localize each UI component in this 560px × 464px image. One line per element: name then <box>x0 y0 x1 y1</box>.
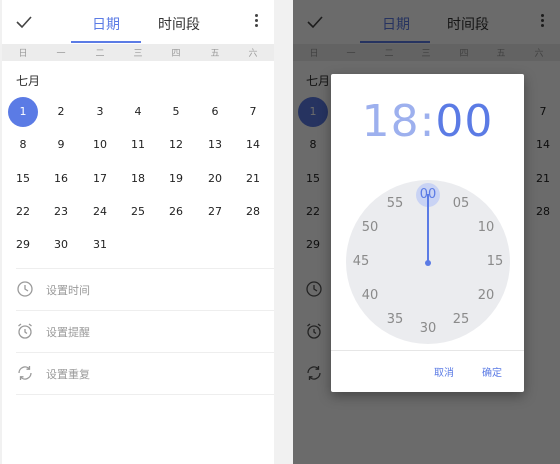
dial-minute-label[interactable]: 10 <box>473 220 499 235</box>
calendar-day[interactable]: 6 <box>200 97 230 127</box>
minute-dial[interactable]: 00 05 10 15 20 25 30 35 40 45 50 55 <box>346 180 510 344</box>
month-label: 七月 <box>16 74 41 88</box>
calendar-day[interactable]: 16 <box>46 164 76 194</box>
time-picker-dialog: 18:00 00 05 10 15 20 25 30 35 40 45 50 5… <box>331 74 524 392</box>
dial-minute-label[interactable]: 50 <box>357 220 383 235</box>
calendar-day[interactable]: 19 <box>161 164 191 194</box>
calendar-day[interactable]: 20 <box>200 164 230 194</box>
dial-minute-label[interactable]: 20 <box>473 288 499 303</box>
dial-minute-label[interactable]: 35 <box>382 312 408 327</box>
weekday-label: 一 <box>56 49 66 59</box>
calendar-day[interactable]: 8 <box>8 130 38 160</box>
weekday-label: 三 <box>133 49 143 59</box>
calendar-day[interactable]: 27 <box>200 197 230 227</box>
set-repeat-option[interactable]: 设置重复 <box>2 354 274 394</box>
weekday-label: 六 <box>248 49 258 59</box>
calendar-day[interactable]: 29 <box>8 230 38 260</box>
calendar-day[interactable]: 4 <box>123 97 153 127</box>
minute-display[interactable]: 00 <box>435 96 493 147</box>
tab-date[interactable]: 日期 <box>92 14 120 34</box>
dial-minute-label[interactable]: 45 <box>348 254 374 269</box>
dial-minute-label[interactable]: 30 <box>415 321 441 336</box>
weekday-label: 二 <box>95 49 105 59</box>
check-icon[interactable] <box>14 12 34 32</box>
set-reminder-option[interactable]: 设置提醒 <box>2 312 274 352</box>
calendar-day[interactable]: 12 <box>161 130 191 160</box>
weekday-label: 日 <box>18 49 28 59</box>
repeat-icon <box>18 366 32 380</box>
dial-minute-label[interactable]: 40 <box>357 288 383 303</box>
dialog-divider <box>331 350 524 351</box>
confirm-button[interactable]: 确定 <box>482 364 502 379</box>
tab-time-range[interactable]: 时间段 <box>158 14 200 34</box>
calendar-day[interactable]: 28 <box>238 197 268 227</box>
dial-minute-label[interactable]: 00 <box>415 187 441 202</box>
dial-center <box>425 260 431 266</box>
calendar-day[interactable]: 11 <box>123 130 153 160</box>
divider <box>16 268 274 269</box>
dial-minute-label[interactable]: 55 <box>382 196 408 211</box>
dial-hand <box>427 194 429 262</box>
calendar-day[interactable]: 15 <box>8 164 38 194</box>
calendar-day[interactable]: 24 <box>85 197 115 227</box>
time-separator: : <box>419 96 436 147</box>
calendar-day[interactable]: 30 <box>46 230 76 260</box>
dial-minute-label[interactable]: 15 <box>482 254 508 269</box>
calendar-day[interactable]: 5 <box>161 97 191 127</box>
option-label: 设置时间 <box>46 284 90 297</box>
calendar-day[interactable]: 9 <box>46 130 76 160</box>
divider <box>16 352 274 353</box>
calendar-day[interactable]: 18 <box>123 164 153 194</box>
calendar-day[interactable]: 23 <box>46 197 76 227</box>
calendar-day[interactable]: 22 <box>8 197 38 227</box>
active-tab-indicator <box>71 41 141 43</box>
calendar-day[interactable]: 31 <box>85 230 115 260</box>
calendar-day[interactable]: 14 <box>238 130 268 160</box>
dial-minute-label[interactable]: 05 <box>448 196 474 211</box>
calendar-day[interactable]: 13 <box>200 130 230 160</box>
calendar-day[interactable]: 17 <box>85 164 115 194</box>
calendar-day[interactable]: 25 <box>123 197 153 227</box>
clock-icon <box>17 281 33 297</box>
divider <box>16 394 274 395</box>
calendar-screen: 日期 时间段 日 一 二 三 四 五 六 七月 1 2 3 4 5 6 7 8 … <box>2 0 274 464</box>
divider <box>16 310 274 311</box>
time-picker-screen: 日期 时间段 日 一 二 三 四 五 六 七月 1 8 15 22 29 7 1… <box>293 0 560 464</box>
option-label: 设置重复 <box>46 368 90 381</box>
cancel-button[interactable]: 取消 <box>434 364 454 379</box>
calendar-day[interactable]: 3 <box>85 97 115 127</box>
calendar-day[interactable]: 2 <box>46 97 76 127</box>
calendar-day[interactable]: 26 <box>161 197 191 227</box>
alarm-icon <box>18 323 32 339</box>
top-bar: 日期 时间段 <box>2 0 274 44</box>
set-time-option[interactable]: 设置时间 <box>2 270 274 310</box>
calendar-day[interactable]: 21 <box>238 164 268 194</box>
more-vert-icon[interactable] <box>255 14 259 29</box>
time-display: 18:00 <box>331 96 524 147</box>
weekday-header: 日 一 二 三 四 五 六 <box>2 44 274 61</box>
option-label: 设置提醒 <box>46 326 90 339</box>
weekday-label: 五 <box>210 49 220 59</box>
calendar-day[interactable]: 10 <box>85 130 115 160</box>
calendar-day[interactable]: 7 <box>238 97 268 127</box>
weekday-label: 四 <box>171 49 181 59</box>
dial-minute-label[interactable]: 25 <box>448 312 474 327</box>
hour-display[interactable]: 18 <box>362 96 420 147</box>
calendar-day-selected[interactable]: 1 <box>8 97 38 127</box>
